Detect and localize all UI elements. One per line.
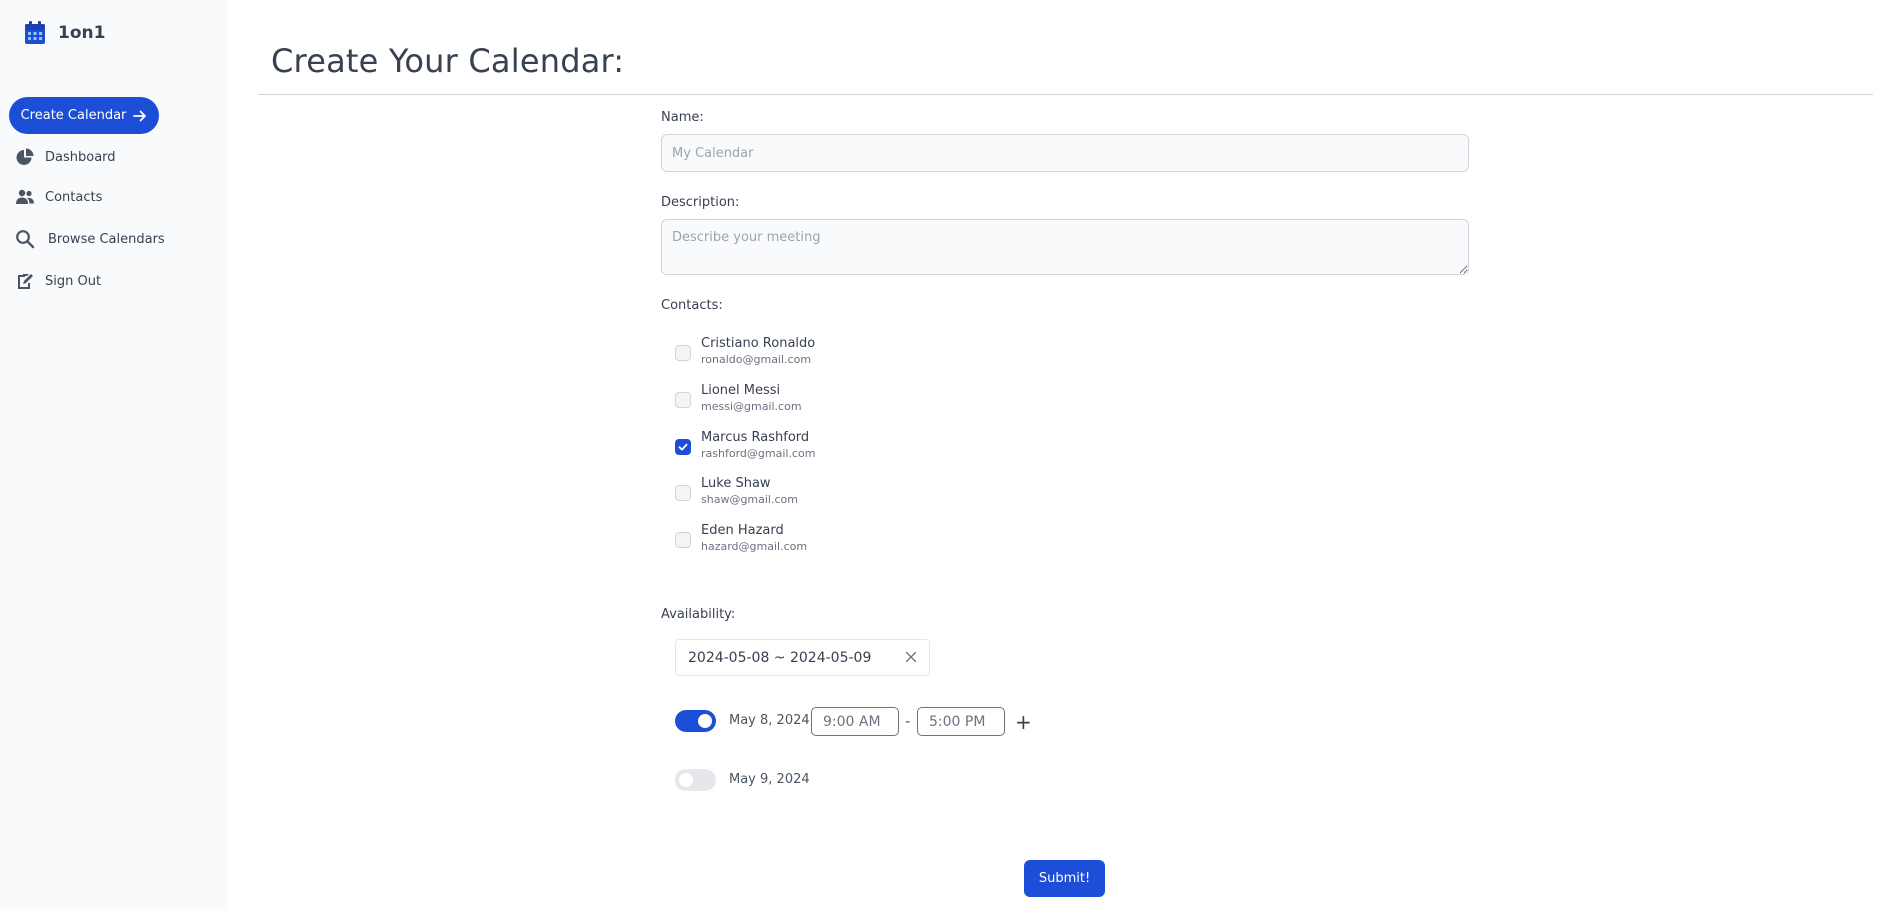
description-input[interactable] [661,219,1469,275]
day-label: May 9, 2024 [729,772,810,787]
date-range-value: 2024-05-08 ~ 2024-05-09 [688,649,872,666]
start-time-input[interactable]: 9:00 AM [811,707,899,736]
sidebar-item-label: Dashboard [45,149,116,165]
brand-name: 1on1 [58,23,106,43]
header-divider [258,94,1873,95]
contact-item[interactable]: Luke Shaw shaw@gmail.com [675,476,798,507]
contact-email: ronaldo@gmail.com [701,353,812,366]
contact-email: shaw@gmail.com [701,493,798,506]
sidebar: 1on1 Create Calendar Dashboard Contacts … [0,0,228,911]
contact-checkbox[interactable] [675,439,691,455]
sidebar-item-dashboard[interactable]: Dashboard [15,147,116,167]
add-time-slot-button[interactable]: + [1015,710,1032,734]
description-label: Description: [661,195,740,210]
name-input[interactable] [661,134,1469,172]
day-toggle[interactable] [675,769,716,791]
calendar-icon [25,21,45,44]
contact-email: rashford@gmail.com [701,447,816,460]
day-toggle[interactable] [675,710,716,732]
contact-name: Marcus Rashford [701,430,810,445]
contacts-label: Contacts: [661,298,723,313]
contact-name: Luke Shaw [701,476,771,491]
toggle-knob [698,714,712,728]
create-calendar-label: Create Calendar [20,108,127,123]
search-icon [16,230,35,249]
submit-button[interactable]: Submit! [1024,860,1105,897]
contact-checkbox[interactable] [675,392,691,408]
contact-item[interactable]: Cristiano Ronaldo ronaldo@gmail.com [675,336,815,367]
availability-label: Availability: [661,607,736,622]
sidebar-item-label: Browse Calendars [48,231,165,247]
create-calendar-button[interactable]: Create Calendar [9,97,159,134]
end-time-value: 5:00 PM [929,713,986,730]
contact-checkbox[interactable] [675,485,691,501]
contact-email: hazard@gmail.com [701,540,808,553]
arrow-right-icon [133,110,147,121]
contact-name: Cristiano Ronaldo [701,336,816,351]
check-icon [678,443,688,451]
date-range-picker[interactable]: 2024-05-08 ~ 2024-05-09 [675,639,930,676]
time-separator: - [905,712,911,730]
day-label: May 8, 2024 [729,713,810,728]
close-icon[interactable] [903,649,919,665]
sidebar-item-browse-calendars[interactable]: Browse Calendars [15,229,165,249]
contact-item[interactable]: Eden Hazard hazard@gmail.com [675,523,807,554]
sidebar-item-contacts[interactable]: Contacts [15,187,102,207]
contact-name: Eden Hazard [701,523,784,538]
sidebar-item-label: Contacts [45,189,103,205]
toggle-knob [679,773,693,787]
contact-name: Lionel Messi [701,383,781,398]
contact-checkbox[interactable] [675,345,691,361]
start-time-value: 9:00 AM [823,713,881,730]
contact-item[interactable]: Marcus Rashford rashford@gmail.com [675,430,815,461]
end-time-input[interactable]: 5:00 PM [917,707,1005,736]
brand[interactable]: 1on1 [24,21,105,45]
sidebar-item-sign-out[interactable]: Sign Out [15,271,101,291]
users-icon [16,189,34,204]
contact-checkbox[interactable] [675,532,691,548]
sign-out-icon [18,274,33,289]
contact-item[interactable]: Lionel Messi messi@gmail.com [675,383,802,414]
pie-chart-icon [16,148,34,165]
contact-email: messi@gmail.com [701,400,802,413]
name-label: Name: [661,110,704,125]
page-title: Create Your Calendar: [271,42,625,80]
sidebar-item-label: Sign Out [45,273,102,289]
